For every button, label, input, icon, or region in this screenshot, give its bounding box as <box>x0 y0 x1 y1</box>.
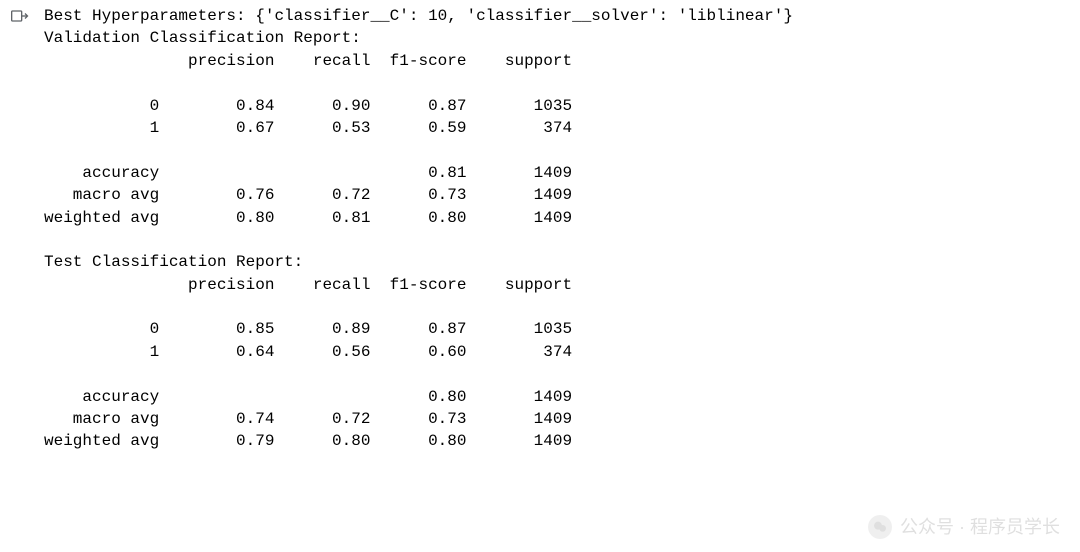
output-text: Best Hyperparameters: {'classifier__C': … <box>44 5 793 453</box>
wechat-icon <box>868 515 892 539</box>
output-cell: Best Hyperparameters: {'classifier__C': … <box>0 5 1080 453</box>
output-indicator-icon <box>0 5 44 31</box>
watermark-text: 公众号 · 程序员学长 <box>900 515 1060 540</box>
watermark: 公众号 · 程序员学长 <box>868 515 1060 540</box>
